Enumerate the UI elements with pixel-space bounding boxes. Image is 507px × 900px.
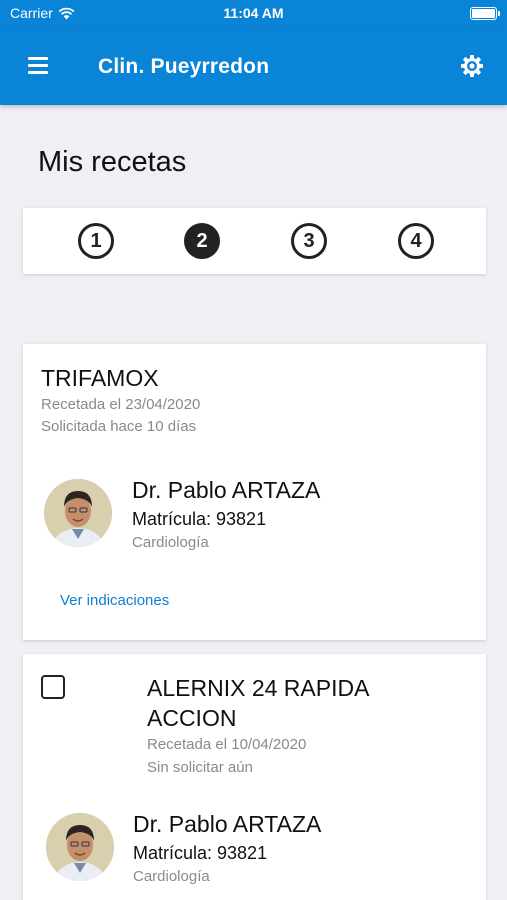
doctor-license: Matrícula: 93821 bbox=[133, 843, 268, 863]
request-status: Sin solicitar aún bbox=[147, 759, 253, 776]
doctor-name: Dr. Pablo ARTAZA bbox=[133, 811, 322, 837]
doctor-specialty: Cardiología bbox=[133, 868, 210, 885]
app-bar: Clin. Pueyrredon bbox=[0, 28, 507, 105]
app-title: Clin. Pueyrredon bbox=[98, 55, 270, 78]
doctor-avatar bbox=[44, 479, 112, 547]
step-indicator: 1 2 3 4 bbox=[23, 208, 486, 274]
doctor-name: Dr. Pablo ARTAZA bbox=[132, 477, 321, 503]
doctor-photo bbox=[44, 479, 112, 547]
prescription-card[interactable]: TRIFAMOX Recetada el 23/04/2020 Solicita… bbox=[23, 344, 486, 640]
step-4-button[interactable]: 4 bbox=[398, 223, 434, 259]
settings-gear-icon[interactable] bbox=[460, 54, 484, 78]
hamburger-icon-bar bbox=[28, 64, 48, 67]
view-instructions-link[interactable]: Ver indicaciones bbox=[60, 592, 169, 609]
clock: 11:04 AM bbox=[223, 5, 284, 21]
battery-icon bbox=[470, 7, 500, 20]
step-2-button[interactable]: 2 bbox=[184, 223, 220, 259]
prescription-card[interactable]: ALERNIX 24 RAPIDA ACCION Recetada el 10/… bbox=[23, 654, 486, 900]
hamburger-icon-bar bbox=[28, 71, 48, 74]
step-1-button[interactable]: 1 bbox=[78, 223, 114, 259]
doctor-avatar bbox=[46, 813, 114, 881]
prescribed-date: Recetada el 10/04/2020 bbox=[147, 736, 307, 753]
step-3-button[interactable]: 3 bbox=[291, 223, 327, 259]
doctor-photo bbox=[46, 813, 114, 881]
drug-name-line-1: ALERNIX 24 RAPIDA bbox=[147, 675, 370, 701]
drug-name-line-2: ACCION bbox=[147, 705, 237, 731]
doctor-specialty: Cardiología bbox=[132, 534, 209, 551]
prescribed-date: Recetada el 23/04/2020 bbox=[41, 396, 201, 413]
status-bar: Carrier 11:04 AM bbox=[0, 0, 507, 28]
drug-name: TRIFAMOX bbox=[41, 365, 159, 391]
hamburger-icon-bar bbox=[28, 57, 48, 60]
doctor-license: Matrícula: 93821 bbox=[132, 509, 267, 529]
menu-button[interactable] bbox=[28, 57, 48, 75]
page-title: Mis recetas bbox=[38, 146, 187, 178]
request-status: Solicitada hace 10 días bbox=[41, 418, 197, 435]
select-checkbox[interactable] bbox=[41, 675, 65, 699]
